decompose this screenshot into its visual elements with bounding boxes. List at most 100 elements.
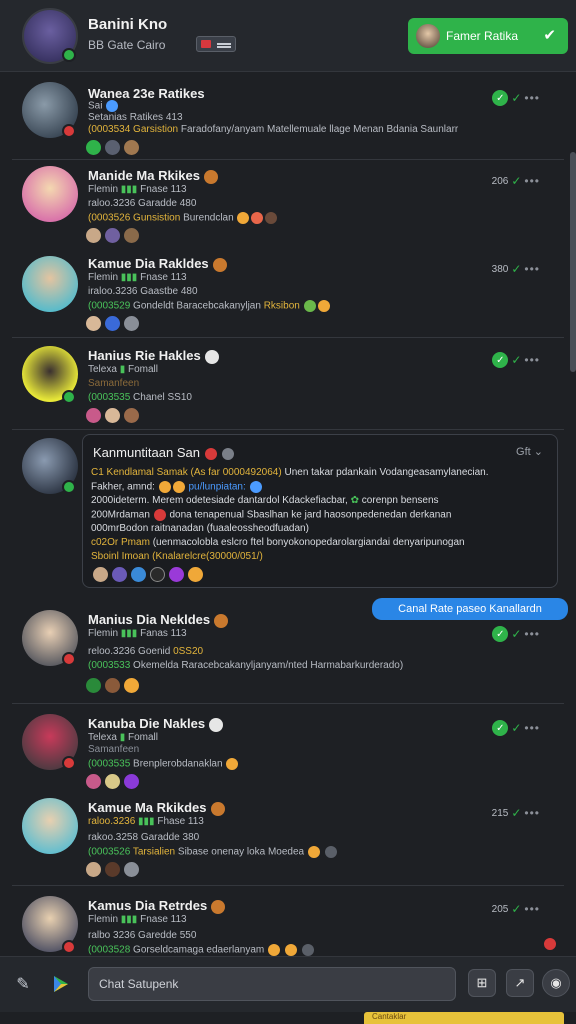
contact-name: Manide Ma Rkikes <box>88 168 218 184</box>
reaction-icon <box>86 140 101 155</box>
more-icon: ••• <box>524 902 540 916</box>
preview-line: ralbo 3236 Garedde 550 <box>88 930 197 941</box>
reaction-icon <box>188 567 203 582</box>
footer-notice: Cantaklar <box>364 1012 564 1024</box>
scrollbar[interactable] <box>570 152 576 372</box>
contact-name: Kamue Ma Rkikdes <box>88 800 225 816</box>
contact-name: Hanius Rie Hakles <box>88 348 219 364</box>
preview-line: raloo.3236 Garadde 480 <box>88 198 197 209</box>
unread-badge <box>62 124 76 138</box>
contact-name: Wanea 23e Ratikes <box>88 86 205 101</box>
composer-bar: ✎ ⊞ ↗ ◉ <box>0 956 576 1012</box>
online-badge <box>62 480 76 494</box>
reaction-icon <box>93 567 108 582</box>
preview-line: rakoo.3258 Garadde 380 <box>88 832 200 843</box>
chat-header: Banini Kno BB Gate Cairo Famer Ratika ✔ <box>0 0 576 72</box>
more-icon: ••• <box>524 174 540 188</box>
contact-name: Kamus Dia Retrdes <box>88 898 226 914</box>
contact-name: Kanuba Die Nakles <box>88 716 224 732</box>
preview-line: Sai <box>88 100 119 112</box>
list-item[interactable]: Kanmuntitaan San Gft ⌄ C1 Kendlamal Sama… <box>0 434 570 596</box>
location-icon[interactable]: ◉ <box>542 969 570 997</box>
media-icon[interactable]: ⊞ <box>468 969 496 997</box>
list-item[interactable]: Manide Ma Rkikes Flemin ▮▮▮ Fnase 113 ra… <box>0 160 570 248</box>
unread-badge <box>62 940 76 954</box>
preview-line: (0003535 Chanel SS10 <box>88 392 192 403</box>
list-item[interactable]: Kamus Dia Retrdes Flemin ▮▮▮ Fnase 113 r… <box>0 888 570 956</box>
avatar <box>22 798 78 854</box>
reaction-icon <box>105 140 120 155</box>
status-check-icon: ✓ <box>492 626 509 642</box>
reaction-icon <box>86 408 101 423</box>
chat-input[interactable] <box>88 967 456 1001</box>
alert-badge[interactable] <box>542 936 558 952</box>
list-item[interactable]: Hanius Rie Hakles Telexa ▮ Fomall Samanf… <box>0 338 570 430</box>
card-line: C1 Kendlamal Samak (As far 0000492064) U… <box>91 467 489 478</box>
message-meta: 215 ✓ ••• <box>491 806 540 820</box>
profile-name: Banini Kno <box>88 16 168 33</box>
card-expand[interactable]: Gft ⌄ <box>516 445 543 458</box>
preview-line: Samanfeen <box>88 378 140 389</box>
reaction-icon <box>105 408 120 423</box>
message-meta: ✓ ✓ ••• <box>492 626 540 642</box>
preview-line: Flemin ▮▮▮ Fnase 113 <box>88 272 187 283</box>
reaction-icons <box>86 774 139 789</box>
list-item[interactable]: Wanea 23e Ratikes Sai Setanias Ratikes 4… <box>0 72 570 160</box>
card-line: Sboinl Imoan (Knalarelcre(30000/051/) <box>91 551 263 562</box>
check-icon: ✔ <box>543 27 556 44</box>
contact-avatar-icon <box>416 24 440 48</box>
reaction-icons <box>86 678 139 693</box>
attachment-icon[interactable]: ✎ <box>10 971 36 997</box>
reaction-icons <box>86 316 139 331</box>
online-badge <box>62 390 76 404</box>
preview-line: (0003526 Tarsialien Sibase onenay loka M… <box>88 846 338 858</box>
list-item[interactable]: Kanuba Die Nakles Telexa ▮ Fomall Samanf… <box>0 706 570 796</box>
reaction-icon <box>124 678 139 693</box>
unread-badge <box>62 652 76 666</box>
sticker-icon[interactable]: ↗ <box>506 969 534 997</box>
jump-to-message-button[interactable]: Canal Rate paseo Kanallardn <box>372 598 568 620</box>
message-meta: ✓ ✓ ••• <box>492 352 540 368</box>
status-check-icon: ✓ <box>492 720 509 736</box>
reaction-icon <box>86 774 101 789</box>
message-meta: 206 ✓ ••• <box>491 174 540 188</box>
reaction-icon <box>105 228 120 243</box>
reaction-icon <box>105 862 120 877</box>
message-meta: 205 ✓ ••• <box>491 902 540 916</box>
reaction-icon <box>124 774 139 789</box>
preview-line: iraloo.3236 Gaastbe 480 <box>88 286 198 297</box>
language-flag-icon[interactable] <box>196 36 236 52</box>
reaction-icon <box>124 140 139 155</box>
chevron-down-icon: ⌄ <box>533 446 543 458</box>
expanded-message-card[interactable]: Kanmuntitaan San Gft ⌄ C1 Kendlamal Sama… <box>82 434 558 588</box>
profile-subtitle: BB Gate Cairo <box>88 38 166 52</box>
reaction-icon <box>105 678 120 693</box>
preview-line: (0003535 Brenplerobdanaklan <box>88 758 239 770</box>
more-icon: ••• <box>524 627 540 641</box>
contact-action-label: Famer Ratika <box>446 29 519 43</box>
more-icon: ••• <box>524 353 540 367</box>
status-check-icon: ✓ <box>492 352 509 368</box>
reaction-icons <box>86 140 139 155</box>
reaction-icons <box>86 228 139 243</box>
reaction-icon <box>169 567 184 582</box>
reaction-icon <box>124 862 139 877</box>
play-store-icon[interactable] <box>48 971 74 997</box>
preview-line: Samanfeen <box>88 744 140 755</box>
list-item[interactable]: Kamue Dia Rakldes Flemin ▮▮▮ Fnase 113 i… <box>0 248 570 338</box>
reaction-icons <box>86 408 139 423</box>
card-line: 200Mrdaman dona tenapenual Sbaslhan ke j… <box>91 509 452 521</box>
online-indicator <box>62 48 76 62</box>
preview-line: reloo.3236 Goenid 0SS20 <box>88 646 204 657</box>
more-icon: ••• <box>524 806 540 820</box>
unread-badge <box>62 756 76 770</box>
reaction-icon <box>124 316 139 331</box>
list-item[interactable]: Kamue Ma Rkikdes raloo.3236 ▮▮▮ Fhase 11… <box>0 792 570 886</box>
reaction-icon <box>112 567 127 582</box>
preview-line: raloo.3236 ▮▮▮ Fhase 113 <box>88 816 204 827</box>
message-meta: ✓ ✓ ••• <box>492 90 540 106</box>
conversation-list: Wanea 23e Ratikes Sai Setanias Ratikes 4… <box>0 72 576 956</box>
contact-action-button[interactable]: Famer Ratika ✔ <box>408 18 568 54</box>
preview-line: Flemin ▮▮▮ Fnase 113 <box>88 184 187 195</box>
card-title: Kanmuntitaan San <box>93 445 235 460</box>
